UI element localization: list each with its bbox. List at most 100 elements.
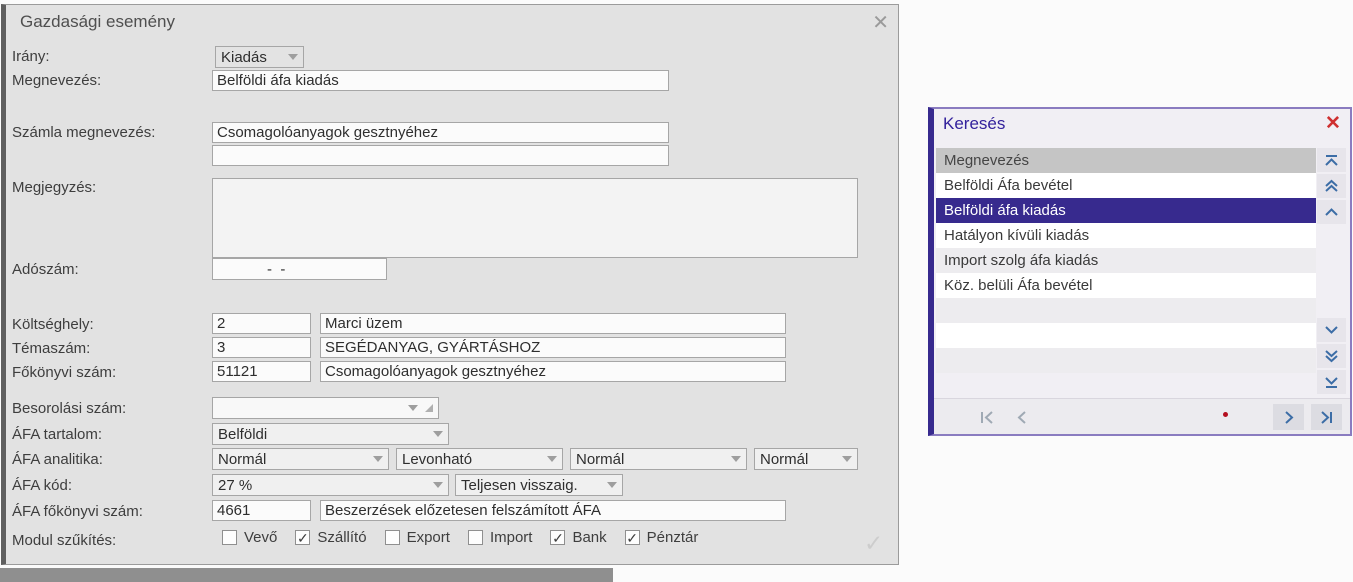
background-window-edge bbox=[0, 568, 613, 582]
chevron-down-icon bbox=[373, 456, 383, 462]
chevron-down-bar-icon bbox=[1325, 376, 1338, 388]
checkbox-label: Szállító bbox=[317, 529, 367, 546]
checkbox-icon[interactable] bbox=[384, 530, 400, 545]
list-item-selected[interactable]: Belföldi áfa kiadás bbox=[936, 198, 1316, 223]
checkbox-vevo[interactable]: Vevő bbox=[222, 529, 277, 546]
checkbox-icon[interactable] bbox=[550, 530, 566, 545]
scroll-to-top-button[interactable] bbox=[1317, 148, 1346, 172]
record-indicator-dot bbox=[1223, 412, 1228, 417]
resize-corner-icon bbox=[425, 404, 433, 412]
dialog-title: Gazdasági esemény bbox=[20, 12, 175, 31]
afa-fokonyvi-szam-code-input[interactable] bbox=[212, 500, 311, 521]
afa-analitika-select-4[interactable]: Normál bbox=[754, 448, 858, 470]
scroll-to-bottom-button[interactable] bbox=[1317, 370, 1346, 394]
afa-tartalom-label: ÁFA tartalom: bbox=[12, 426, 103, 443]
modul-szukites-checkbox-row: Vevő Szállító Export Import Bank Pénztár bbox=[222, 529, 716, 546]
chevron-down-icon bbox=[408, 405, 418, 411]
first-page-button[interactable] bbox=[972, 404, 1003, 430]
checkbox-icon[interactable] bbox=[222, 530, 237, 545]
list-item-empty bbox=[936, 348, 1316, 373]
afa-analitika-value-2: Levonható bbox=[402, 450, 473, 468]
chevron-down-icon bbox=[547, 456, 557, 462]
chevron-down-icon bbox=[288, 54, 298, 60]
list-item-empty bbox=[936, 298, 1316, 323]
list-item[interactable]: Belföldi Áfa bevétel bbox=[936, 173, 1316, 198]
last-page-button[interactable] bbox=[1311, 404, 1342, 430]
afa-kod-select-2[interactable]: Teljesen visszaig. bbox=[455, 474, 623, 496]
afa-kod-value-2: Teljesen visszaig. bbox=[461, 476, 578, 494]
megjegyzes-label: Megjegyzés: bbox=[12, 179, 97, 196]
chevron-down-icon bbox=[842, 456, 852, 462]
afa-analitika-select-3[interactable]: Normál bbox=[570, 448, 747, 470]
checkbox-label: Import bbox=[489, 529, 533, 546]
adoszam-input[interactable] bbox=[212, 258, 387, 280]
double-chevron-up-icon bbox=[1325, 179, 1338, 192]
last-page-icon bbox=[1321, 410, 1332, 424]
close-icon[interactable]: ✕ bbox=[1319, 111, 1347, 136]
next-page-button[interactable] bbox=[1273, 404, 1304, 430]
list-item[interactable]: Import szolg áfa kiadás bbox=[936, 248, 1316, 273]
confirm-check-icon: ✓ bbox=[864, 530, 884, 556]
chevron-right-icon bbox=[1284, 410, 1293, 424]
chevron-up-bar-icon bbox=[1325, 154, 1338, 166]
szamla-megnevezes-label: Számla megnevezés: bbox=[12, 124, 156, 141]
koltseghely-code-input[interactable] bbox=[212, 313, 311, 334]
koltseghely-name-input[interactable] bbox=[320, 313, 786, 334]
scroll-up-button[interactable] bbox=[1317, 200, 1346, 224]
checkbox-icon[interactable] bbox=[624, 530, 640, 545]
checkbox-icon[interactable] bbox=[295, 530, 311, 545]
afa-fokonyvi-szam-name-input[interactable] bbox=[320, 500, 786, 521]
fokonyvi-szam-code-input[interactable] bbox=[212, 361, 311, 382]
checkbox-bank[interactable]: Bank bbox=[550, 529, 607, 546]
modul-szukites-label: Modul szűkítés: bbox=[12, 532, 117, 549]
checkbox-label: Export bbox=[406, 529, 450, 546]
afa-kod-value: 27 % bbox=[218, 476, 253, 494]
szamla-megnevezes-input[interactable] bbox=[212, 122, 669, 143]
checkbox-szallito[interactable]: Szállító bbox=[295, 529, 367, 546]
afa-analitika-value-4: Normál bbox=[760, 450, 809, 468]
checkbox-label: Vevő bbox=[244, 529, 278, 546]
afa-kod-select[interactable]: 27 % bbox=[212, 474, 449, 496]
afa-analitika-label: ÁFA analitika: bbox=[12, 451, 103, 468]
chevron-up-icon bbox=[1325, 208, 1338, 216]
afa-analitika-value-3: Normál bbox=[576, 450, 625, 468]
afa-analitika-select-1[interactable]: Normál bbox=[212, 448, 389, 470]
pager-bar bbox=[934, 398, 1350, 434]
afa-fokonyvi-szam-label: ÁFA főkönyvi szám: bbox=[12, 503, 143, 520]
besorolasi-szam-select[interactable] bbox=[212, 397, 439, 419]
result-list: Megnevezés Belföldi Áfa bevétel Belföldi… bbox=[936, 148, 1316, 373]
scroll-down-button[interactable] bbox=[1317, 318, 1346, 342]
scroll-page-down-button[interactable] bbox=[1317, 344, 1346, 368]
afa-tartalom-select[interactable]: Belföldi bbox=[212, 423, 449, 445]
checkbox-penztar[interactable]: Pénztár bbox=[624, 529, 698, 546]
chevron-down-icon bbox=[1325, 326, 1338, 334]
checkbox-icon[interactable] bbox=[467, 530, 483, 545]
gazdasagi-esemeny-dialog: Gazdasági esemény ✕ Irány: Kiadás Megnev… bbox=[1, 4, 899, 565]
column-header[interactable]: Megnevezés bbox=[936, 148, 1316, 173]
besorolasi-szam-label: Besorolási szám: bbox=[12, 400, 127, 417]
chevron-down-icon bbox=[433, 482, 443, 488]
list-item[interactable]: Hatályon kívüli kiadás bbox=[936, 223, 1316, 248]
temaszam-code-input[interactable] bbox=[212, 337, 311, 358]
scroll-page-up-button[interactable] bbox=[1317, 174, 1346, 198]
afa-analitika-select-2[interactable]: Levonható bbox=[396, 448, 563, 470]
megnevezes-input[interactable] bbox=[212, 70, 669, 91]
first-page-icon bbox=[981, 410, 993, 424]
megjegyzes-textarea[interactable] bbox=[212, 178, 858, 258]
close-icon[interactable]: ✕ bbox=[872, 10, 889, 35]
panel-title: Keresés bbox=[943, 114, 1006, 133]
checkbox-import[interactable]: Import bbox=[467, 529, 533, 546]
previous-page-button[interactable] bbox=[1006, 404, 1037, 430]
checkbox-export[interactable]: Export bbox=[384, 529, 450, 546]
temaszam-label: Témaszám: bbox=[12, 340, 91, 357]
irany-label: Irány: bbox=[12, 48, 50, 65]
irany-value: Kiadás bbox=[221, 48, 267, 66]
list-item-empty bbox=[936, 323, 1316, 348]
szamla-megnevezes-input-2[interactable] bbox=[212, 145, 669, 166]
fokonyvi-szam-name-input[interactable] bbox=[320, 361, 786, 382]
list-item[interactable]: Köz. belüli Áfa bevétel bbox=[936, 273, 1316, 298]
kereses-panel: Keresés ✕ Megnevezés Belföldi Áfa bevéte… bbox=[928, 107, 1352, 436]
irany-select[interactable]: Kiadás bbox=[215, 46, 304, 68]
temaszam-name-input[interactable] bbox=[320, 337, 786, 358]
afa-tartalom-value: Belföldi bbox=[218, 425, 268, 443]
